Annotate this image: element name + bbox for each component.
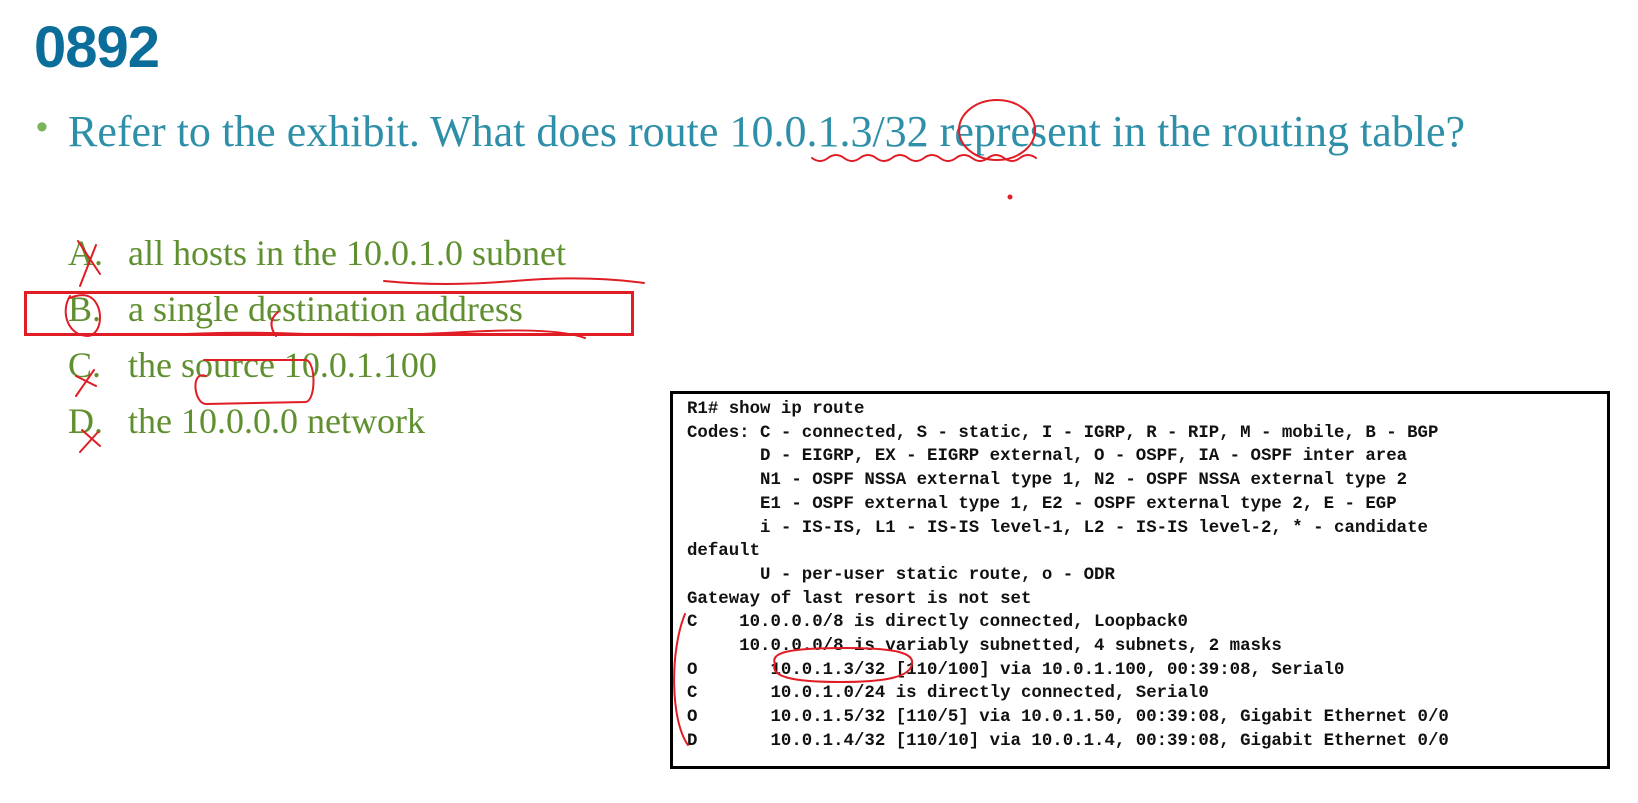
handwritten-annotations xyxy=(64,99,1037,746)
bracket-mark-routes xyxy=(673,613,689,746)
cross-mark-c xyxy=(75,369,97,397)
underline-mark-answer xyxy=(164,329,586,339)
underline-mark-subnet xyxy=(383,277,645,285)
circle-mark-exhibit-route xyxy=(773,646,914,684)
box-mark-source xyxy=(194,359,315,406)
cross-mark-d xyxy=(79,429,101,453)
cross-mark-a xyxy=(77,240,101,287)
circle-mark-b xyxy=(64,294,101,338)
circle-mark-prefix xyxy=(958,99,1036,161)
dot-mark xyxy=(1007,194,1013,200)
